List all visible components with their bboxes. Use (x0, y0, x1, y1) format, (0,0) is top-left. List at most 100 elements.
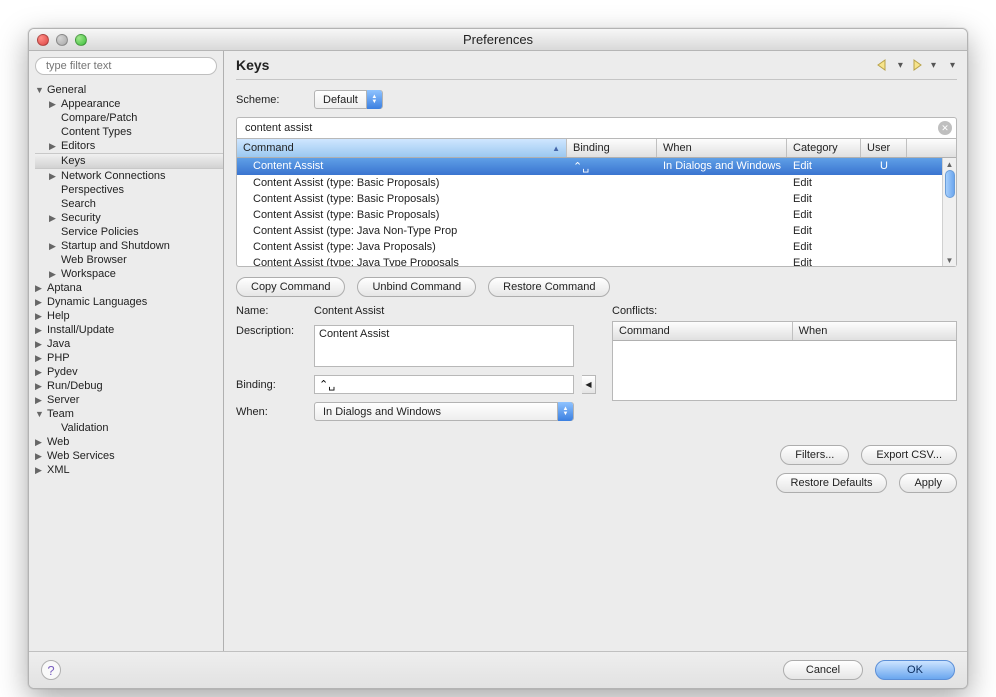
chevron-right-icon[interactable]: ▶ (35, 353, 45, 364)
apply-button[interactable]: Apply (899, 473, 957, 493)
table-row[interactable]: Content Assist⌃␣In Dialogs and WindowsEd… (237, 158, 942, 175)
tree-item[interactable]: ▶Web (35, 435, 223, 449)
tree-item[interactable]: ▶Workspace (35, 267, 223, 281)
tree-item[interactable]: Perspectives (35, 183, 223, 197)
tree-item[interactable]: ▶Appearance (35, 97, 223, 111)
ok-button[interactable]: OK (875, 660, 955, 680)
tree-item[interactable]: Search (35, 197, 223, 211)
tree-item[interactable]: Validation (35, 421, 223, 435)
unbind-command-button[interactable]: Unbind Command (357, 277, 476, 297)
tree-item[interactable]: Content Types (35, 125, 223, 139)
tree-item[interactable]: ▶Aptana (35, 281, 223, 295)
restore-command-button[interactable]: Restore Command (488, 277, 610, 297)
binding-input[interactable] (314, 375, 574, 394)
chevron-right-icon[interactable]: ▶ (35, 395, 45, 406)
table-row[interactable]: Content Assist (type: Java Type Proposal… (237, 255, 942, 266)
tree-item[interactable]: ▶Editors (35, 139, 223, 153)
tree-item-label: Install/Update (45, 324, 114, 336)
tree-item-label: Appearance (59, 98, 120, 110)
col-category[interactable]: Category (787, 139, 861, 157)
chevron-right-icon[interactable]: ▶ (49, 241, 59, 252)
cancel-button[interactable]: Cancel (783, 660, 863, 680)
chevron-right-icon[interactable]: ▶ (35, 451, 45, 462)
table-row[interactable]: Content Assist (type: Java Non-Type Prop… (237, 223, 942, 239)
forward-icon[interactable] (909, 58, 925, 72)
table-row[interactable]: Content Assist (type: Basic Proposals)Ed… (237, 175, 942, 191)
chevron-right-icon[interactable]: ▶ (49, 141, 59, 152)
tree-item[interactable]: ▶Dynamic Languages (35, 295, 223, 309)
export-csv-button[interactable]: Export CSV... (861, 445, 957, 465)
binding-menu-icon[interactable]: ◀ (582, 375, 596, 394)
forward-menu-icon[interactable]: ▾ (929, 60, 938, 71)
scroll-track[interactable] (943, 170, 956, 254)
filter-input[interactable] (35, 57, 217, 75)
chevron-right-icon[interactable]: ▶ (35, 381, 45, 392)
tree-item-label: Editors (59, 140, 95, 152)
tree-item[interactable]: ▶PHP (35, 351, 223, 365)
tree-item[interactable]: ▶Pydev (35, 365, 223, 379)
clear-search-icon[interactable]: ✕ (938, 121, 952, 135)
chevron-right-icon[interactable]: ▶ (49, 171, 59, 182)
chevron-right-icon[interactable]: ▶ (49, 213, 59, 224)
chevron-right-icon[interactable]: ▶ (35, 465, 45, 476)
col-binding[interactable]: Binding (567, 139, 657, 157)
chevron-down-icon[interactable]: ▼ (35, 85, 45, 95)
tree-item[interactable]: ▼Team (35, 407, 223, 421)
tree-item[interactable]: ▶Server (35, 393, 223, 407)
tree-item-label: Run/Debug (45, 380, 103, 392)
conflicts-col-command[interactable]: Command (613, 322, 793, 340)
restore-defaults-button[interactable]: Restore Defaults (776, 473, 888, 493)
table-row[interactable]: Content Assist (type: Basic Proposals)Ed… (237, 191, 942, 207)
col-user[interactable]: User (861, 139, 907, 157)
tree-item[interactable]: ▶Run/Debug (35, 379, 223, 393)
chevron-right-icon[interactable]: ▶ (35, 339, 45, 350)
tree-item[interactable]: ▶Startup and Shutdown (35, 239, 223, 253)
tree-item-label: Service Policies (59, 226, 139, 238)
tree-item-label: Perspectives (59, 184, 124, 196)
tree-item[interactable]: ▶Install/Update (35, 323, 223, 337)
scroll-thumb[interactable] (945, 170, 955, 198)
table-body[interactable]: Content Assist⌃␣In Dialogs and WindowsEd… (237, 158, 942, 266)
chevron-right-icon[interactable]: ▶ (35, 311, 45, 322)
preferences-tree[interactable]: ▼General▶AppearanceCompare/PatchContent … (29, 81, 223, 651)
table-scrollbar[interactable]: ▲ ▼ (942, 158, 956, 266)
chevron-right-icon[interactable]: ▶ (49, 269, 59, 280)
scroll-down-icon[interactable]: ▼ (943, 254, 956, 266)
copy-command-button[interactable]: Copy Command (236, 277, 345, 297)
scroll-up-icon[interactable]: ▲ (943, 158, 956, 170)
help-icon[interactable]: ? (41, 660, 61, 680)
filters-button[interactable]: Filters... (780, 445, 849, 465)
conflicts-col-when[interactable]: When (793, 322, 956, 340)
view-menu-icon[interactable]: ▾ (948, 60, 957, 71)
tree-item[interactable]: Keys (35, 153, 223, 169)
table-row[interactable]: Content Assist (type: Java Proposals)Edi… (237, 239, 942, 255)
chevron-right-icon[interactable]: ▶ (35, 283, 45, 294)
tree-item[interactable]: ▼General (35, 83, 223, 97)
tree-item[interactable]: Compare/Patch (35, 111, 223, 125)
tree-item[interactable]: ▶Web Services (35, 449, 223, 463)
cell-user (861, 241, 907, 253)
tree-item[interactable]: ▶XML (35, 463, 223, 477)
scheme-select[interactable]: Default ▲▼ (314, 90, 383, 109)
col-when[interactable]: When (657, 139, 787, 157)
chevron-down-icon[interactable]: ▼ (35, 409, 45, 419)
tree-item[interactable]: ▶Security (35, 211, 223, 225)
tree-item[interactable]: ▶Java (35, 337, 223, 351)
tree-item[interactable]: ▶Network Connections (35, 169, 223, 183)
when-select[interactable]: In Dialogs and Windows ▲▼ (314, 402, 574, 421)
description-field[interactable]: Content Assist (314, 325, 574, 367)
tree-item[interactable]: Service Policies (35, 225, 223, 239)
back-menu-icon[interactable]: ▾ (896, 60, 905, 71)
chevron-right-icon[interactable]: ▶ (49, 99, 59, 110)
back-icon[interactable] (876, 58, 892, 72)
chevron-right-icon[interactable]: ▶ (35, 367, 45, 378)
scheme-label: Scheme: (236, 94, 306, 106)
table-row[interactable]: Content Assist (type: Basic Proposals)Ed… (237, 207, 942, 223)
chevron-right-icon[interactable]: ▶ (35, 437, 45, 448)
tree-item[interactable]: ▶Help (35, 309, 223, 323)
chevron-right-icon[interactable]: ▶ (35, 297, 45, 308)
tree-item[interactable]: Web Browser (35, 253, 223, 267)
chevron-right-icon[interactable]: ▶ (35, 325, 45, 336)
keys-search-input[interactable] (236, 117, 957, 139)
col-command[interactable]: Command ▲ (237, 139, 567, 157)
